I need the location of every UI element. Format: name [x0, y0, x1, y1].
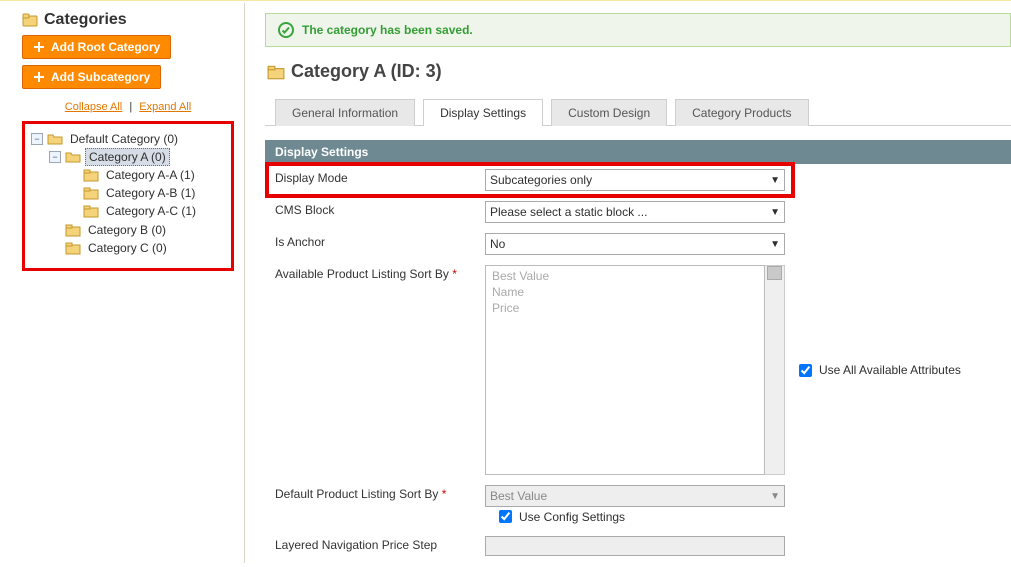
- folder-icon: [83, 185, 99, 201]
- tree-node-category-a-c[interactable]: Category A-C (1): [103, 203, 199, 219]
- page-title: Category A (ID: 3): [291, 61, 442, 82]
- category-icon: [267, 63, 285, 81]
- section-heading: Display Settings: [265, 140, 1011, 164]
- scrollbar-thumb[interactable]: [767, 266, 782, 280]
- add-root-category-button[interactable]: Add Root Category: [22, 35, 171, 59]
- display-mode-select[interactable]: Subcategories only ▼: [485, 169, 785, 191]
- scrollbar[interactable]: [765, 265, 785, 475]
- use-config-settings-checkbox[interactable]: [499, 510, 512, 523]
- tree-collapse-icon[interactable]: −: [49, 151, 61, 163]
- use-all-attributes-checkbox[interactable]: [799, 364, 812, 377]
- chevron-down-icon: ▼: [770, 491, 780, 502]
- folder-icon: [65, 240, 81, 256]
- sidebar: Categories Add Root Category Add Subcate…: [0, 3, 245, 563]
- use-all-attributes-label: Use All Available Attributes: [819, 363, 961, 377]
- is-anchor-label: Is Anchor: [275, 235, 325, 249]
- cms-block-label: CMS Block: [275, 203, 334, 217]
- add-subcategory-button[interactable]: Add Subcategory: [22, 65, 161, 89]
- tree-node-category-b[interactable]: Category B (0): [85, 222, 169, 238]
- display-mode-label: Display Mode: [275, 171, 348, 185]
- tree-spacer: [49, 224, 61, 236]
- button-label: Add Subcategory: [51, 70, 150, 84]
- tree-spacer: [49, 242, 61, 254]
- use-config-settings-label: Use Config Settings: [519, 510, 625, 524]
- tree-node-default-category[interactable]: Default Category (0): [67, 131, 181, 147]
- chevron-down-icon: ▼: [770, 239, 780, 250]
- folder-open-icon: [47, 131, 63, 147]
- multiselect-option[interactable]: Name: [492, 284, 764, 300]
- chevron-down-icon: ▼: [770, 175, 780, 186]
- tab-category-products[interactable]: Category Products: [675, 99, 808, 126]
- plus-icon: [33, 41, 45, 53]
- default-sort-by-label: Default Product Listing Sort By: [275, 487, 438, 501]
- tab-custom-design[interactable]: Custom Design: [551, 99, 667, 126]
- collapse-all-link[interactable]: Collapse All: [65, 101, 122, 113]
- categories-icon: [22, 12, 38, 28]
- tab-general-information[interactable]: General Information: [275, 99, 415, 126]
- folder-icon: [83, 203, 99, 219]
- tree-spacer: [67, 187, 79, 199]
- tree-spacer: [67, 205, 79, 217]
- chevron-down-icon: ▼: [770, 207, 780, 218]
- categories-heading: Categories: [44, 11, 127, 29]
- tree-node-category-c[interactable]: Category C (0): [85, 240, 170, 256]
- tree-node-category-a-b[interactable]: Category A-B (1): [103, 185, 198, 201]
- default-sort-by-select[interactable]: Best Value ▼: [485, 485, 785, 507]
- tree-collapse-icon[interactable]: −: [31, 133, 43, 145]
- display-mode-value: Subcategories only: [490, 173, 592, 187]
- folder-open-icon: [65, 149, 81, 165]
- required-marker: *: [442, 487, 447, 501]
- category-tree: − Default Category (0) − Category A (0): [29, 130, 229, 258]
- folder-icon: [83, 167, 99, 183]
- default-sort-by-value: Best Value: [490, 489, 547, 503]
- tree-node-category-a-a[interactable]: Category A-A (1): [103, 167, 198, 183]
- main-panel: The category has been saved. Category A …: [245, 3, 1011, 563]
- folder-icon: [65, 222, 81, 238]
- available-sort-by-label: Available Product Listing Sort By: [275, 267, 449, 281]
- check-circle-icon: [278, 22, 294, 38]
- category-tree-highlight-frame: − Default Category (0) − Category A (0): [22, 121, 234, 271]
- multiselect-option[interactable]: Best Value: [492, 268, 764, 284]
- cms-block-select[interactable]: Please select a static block ... ▼: [485, 201, 785, 223]
- expand-all-link[interactable]: Expand All: [139, 101, 191, 113]
- is-anchor-select[interactable]: No ▼: [485, 233, 785, 255]
- price-step-label: Layered Navigation Price Step: [275, 538, 437, 552]
- tree-node-category-a[interactable]: Category A (0): [85, 148, 170, 166]
- separator: |: [125, 101, 136, 113]
- tabs: General Information Display Settings Cus…: [265, 98, 1011, 126]
- required-marker: *: [452, 267, 457, 281]
- success-message: The category has been saved.: [265, 13, 1011, 47]
- available-sort-by-multiselect[interactable]: Best Value Name Price: [485, 265, 765, 475]
- tab-display-settings[interactable]: Display Settings: [423, 99, 543, 126]
- success-text: The category has been saved.: [302, 23, 473, 37]
- multiselect-option[interactable]: Price: [492, 300, 764, 316]
- is-anchor-value: No: [490, 237, 505, 251]
- price-step-input[interactable]: [485, 536, 785, 556]
- button-label: Add Root Category: [51, 40, 160, 54]
- tree-spacer: [67, 169, 79, 181]
- plus-icon: [33, 71, 45, 83]
- cms-block-value: Please select a static block ...: [490, 205, 647, 219]
